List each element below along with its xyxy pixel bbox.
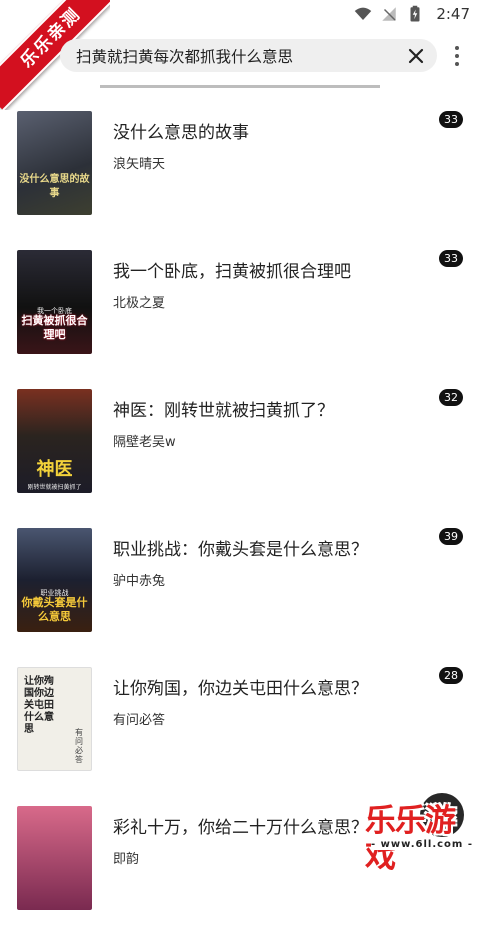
count-badge: 33 bbox=[439, 250, 463, 267]
scroll-indicator bbox=[100, 85, 380, 88]
book-title: 神医：刚转世就被扫黄抓了？ bbox=[113, 401, 334, 421]
book-cover: 神医 刚转世就被扫黄抓了 bbox=[17, 389, 92, 493]
cover-title: 没什么意思的故事 bbox=[19, 174, 90, 199]
cover-title: 让你殉国你边关屯田什么意思 bbox=[24, 676, 54, 735]
cover-title: 扫黄被抓很合理吧 bbox=[21, 314, 88, 341]
book-cover bbox=[17, 806, 92, 910]
battery-charging-icon bbox=[410, 5, 420, 22]
book-title: 让你殉国，你边关屯田什么意思？ bbox=[113, 679, 368, 699]
more-vert-icon bbox=[455, 46, 459, 50]
book-title: 职业挑战：你戴头套是什么意思？ bbox=[113, 540, 368, 560]
search-bar[interactable]: 扫黄就扫黄每次都抓我什么意思 bbox=[60, 39, 437, 72]
cover-subtitle: 有问必答 bbox=[75, 728, 83, 764]
close-icon bbox=[408, 48, 424, 63]
list-item[interactable]: 职业挑战 你戴头套是什么意思 职业挑战：你戴头套是什么意思？ 驴中赤兔 39 bbox=[0, 525, 480, 664]
site-watermark: 乐乐游戏 - www.6ll.com - bbox=[365, 803, 480, 875]
cover-title: 神医 bbox=[36, 459, 73, 480]
more-options-button[interactable] bbox=[446, 41, 468, 71]
book-author: 浪矢晴天 bbox=[113, 157, 166, 172]
count-badge: 33 bbox=[439, 111, 463, 128]
search-input[interactable]: 扫黄就扫黄每次都抓我什么意思 bbox=[76, 45, 403, 67]
wifi-icon bbox=[355, 7, 372, 20]
book-author: 有问必答 bbox=[113, 713, 166, 728]
book-cover: 让你殉国你边关屯田什么意思 有问必答 bbox=[17, 667, 92, 771]
list-item[interactable]: 没什么意思的故事 没什么意思的故事 浪矢晴天 33 bbox=[0, 108, 480, 247]
list-item[interactable]: 我一个卧底 扫黄被抓很合理吧 我一个卧底，扫黄被抓很合理吧 北极之夏 33 bbox=[0, 247, 480, 386]
book-title: 没什么意思的故事 bbox=[113, 123, 249, 143]
book-author: 即韵 bbox=[113, 852, 140, 867]
watermark-url: - www.6ll.com - bbox=[371, 839, 473, 850]
book-cover: 我一个卧底 扫黄被抓很合理吧 bbox=[17, 250, 92, 354]
book-title: 我一个卧底，扫黄被抓很合理吧 bbox=[113, 262, 351, 282]
book-author: 隔壁老吴w bbox=[113, 435, 176, 450]
book-author: 驴中赤兔 bbox=[113, 574, 166, 589]
cover-subtitle: 刚转世就被扫黄抓了 bbox=[27, 484, 82, 491]
book-cover: 职业挑战 你戴头套是什么意思 bbox=[17, 528, 92, 632]
count-badge: 39 bbox=[439, 528, 463, 545]
book-title: 彩礼十万，你给二十万什么意思？ bbox=[113, 818, 368, 838]
count-badge: 32 bbox=[439, 389, 463, 406]
count-badge: 28 bbox=[439, 667, 463, 684]
list-item[interactable]: 神医 刚转世就被扫黄抓了 神医：刚转世就被扫黄抓了？ 隔壁老吴w 32 bbox=[0, 386, 480, 525]
no-signal-icon bbox=[382, 7, 397, 21]
list-item[interactable]: 让你殉国你边关屯田什么意思 有问必答 让你殉国，你边关屯田什么意思？ 有问必答 … bbox=[0, 664, 480, 803]
clear-search-button[interactable] bbox=[403, 43, 429, 69]
status-time: 2:47 bbox=[436, 5, 470, 23]
cover-title: 你戴头套是什么意思 bbox=[21, 596, 88, 623]
book-author: 北极之夏 bbox=[113, 296, 166, 311]
book-cover: 没什么意思的故事 bbox=[17, 111, 92, 215]
